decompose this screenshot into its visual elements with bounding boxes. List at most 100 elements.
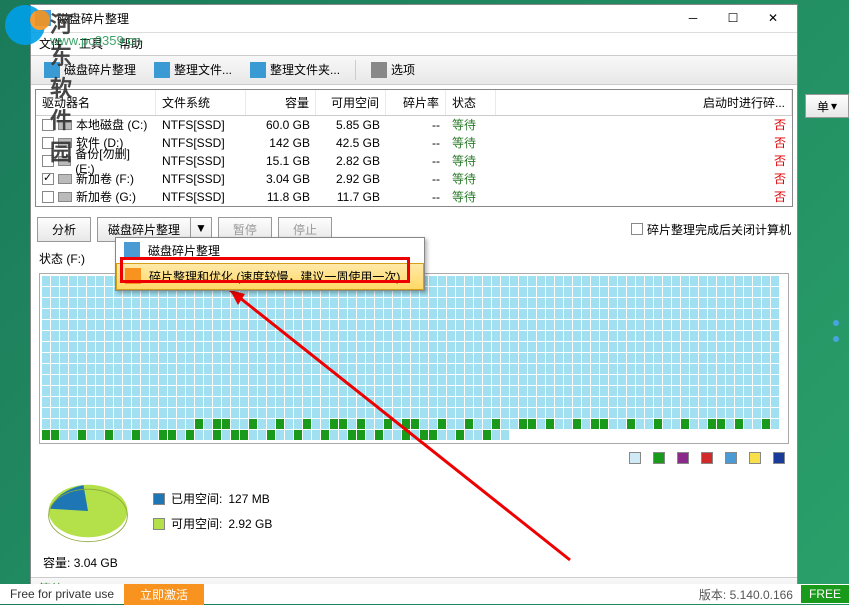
toolbar-arrange-files-button[interactable]: 整理文件...: [147, 58, 239, 81]
menubar: 文件 工具 帮助: [31, 33, 797, 55]
defrag-icon: [124, 242, 140, 258]
col-fs[interactable]: 文件系统: [156, 90, 246, 115]
col-frag[interactable]: 碎片率: [386, 90, 446, 115]
free-label: 可用空间:: [171, 515, 222, 532]
dropdown-item-defrag[interactable]: 磁盘碎片整理: [116, 238, 424, 263]
files-icon: [154, 62, 170, 78]
gear-icon: [371, 62, 387, 78]
cell-fs: NTFS[SSD]: [156, 153, 246, 169]
col-cap[interactable]: 容量: [246, 90, 316, 115]
cell-frag: --: [386, 153, 446, 169]
drive-name: 新加卷 (F:): [76, 170, 134, 187]
side-tab-label: 单: [817, 98, 829, 115]
menu-tools[interactable]: 工具: [79, 35, 103, 52]
defrag-icon: [44, 62, 60, 78]
toolbar-defrag-button[interactable]: 磁盘碎片整理: [37, 58, 143, 81]
row-checkbox[interactable]: [42, 155, 54, 167]
col-start[interactable]: 启动时进行碎...: [496, 90, 792, 115]
capacity-label: 容量:: [43, 556, 70, 570]
cell-start: 否: [496, 115, 792, 134]
toolbar-files-label: 整理文件...: [174, 61, 232, 78]
legend-yellow: [749, 452, 761, 464]
cell-status: 等待: [446, 187, 496, 206]
cell-free: 5.85 GB: [316, 117, 386, 133]
used-color-icon: [153, 493, 165, 505]
cell-status: 等待: [446, 133, 496, 152]
menu-file[interactable]: 文件: [39, 35, 63, 52]
minimize-button[interactable]: ─: [673, 5, 713, 31]
toolbar-defrag-label: 磁盘碎片整理: [64, 61, 136, 78]
table-row[interactable]: 新加卷 (G:) NTFS[SSD] 11.8 GB 11.7 GB -- 等待…: [36, 188, 792, 206]
col-free[interactable]: 可用空间: [316, 90, 386, 115]
toolbar-arrange-folders-button[interactable]: 整理文件夹...: [243, 58, 347, 81]
free-color-icon: [153, 518, 165, 530]
free-badge: FREE: [801, 585, 849, 603]
activate-button[interactable]: 立即激活: [124, 584, 204, 605]
menu-help[interactable]: 帮助: [119, 35, 143, 52]
analyze-button[interactable]: 分析: [37, 217, 91, 242]
toolbar-separator: [355, 60, 356, 80]
action-row: 分析 磁盘碎片整理 ▼ 暂停 停止 碎片整理完成后关闭计算机 磁盘碎片整理 碎片…: [31, 211, 797, 248]
cell-start: 否: [496, 187, 792, 206]
side-tab-button[interactable]: 单 ▾: [805, 94, 849, 118]
pie-chart: [43, 476, 133, 546]
toolbar-folders-label: 整理文件夹...: [270, 61, 340, 78]
cell-fs: NTFS[SSD]: [156, 117, 246, 133]
defrag-dropdown-menu: 磁盘碎片整理 碎片整理和优化 (速度较慢，建议一周使用一次): [115, 237, 425, 291]
version-label: 版本: 5.140.0.166: [691, 586, 801, 603]
used-label: 已用空间:: [171, 490, 222, 507]
used-value: 127 MB: [228, 492, 269, 506]
app-icon: [35, 10, 51, 26]
checkbox-icon[interactable]: [631, 223, 643, 235]
table-row[interactable]: 新加卷 (F:) NTFS[SSD] 3.04 GB 2.92 GB -- 等待…: [36, 170, 792, 188]
toolbar-options-button[interactable]: 选项: [364, 58, 422, 81]
drive-name: 本地磁盘 (C:): [76, 116, 147, 133]
window-title: 磁盘碎片整理: [57, 10, 673, 27]
cell-start: 否: [496, 133, 792, 152]
cell-cap: 11.8 GB: [246, 189, 316, 205]
cell-free: 42.5 GB: [316, 135, 386, 151]
bottom-strip: Free for private use 立即激活 版本: 5.140.0.16…: [0, 584, 849, 604]
close-button[interactable]: ✕: [753, 5, 793, 31]
legend-darkblue: [773, 452, 785, 464]
table-row[interactable]: 本地磁盘 (C:) NTFS[SSD] 60.0 GB 5.85 GB -- 等…: [36, 116, 792, 134]
legend-purple: [677, 452, 689, 464]
drives-grid: 驱动器名 文件系统 容量 可用空间 碎片率 状态 启动时进行碎... 本地磁盘 …: [35, 89, 793, 207]
side-indicator-dots: [833, 320, 839, 342]
private-use-label: Free for private use: [0, 587, 124, 601]
cell-frag: --: [386, 189, 446, 205]
table-row[interactable]: 备份[勿删] (E:) NTFS[SSD] 15.1 GB 2.82 GB --…: [36, 152, 792, 170]
row-checkbox[interactable]: [42, 137, 54, 149]
grid-header: 驱动器名 文件系统 容量 可用空间 碎片率 状态 启动时进行碎...: [36, 90, 792, 116]
row-checkbox[interactable]: [42, 173, 54, 185]
cell-status: 等待: [446, 151, 496, 170]
shutdown-label: 碎片整理完成后关闭计算机: [647, 221, 791, 238]
cluster-map: [39, 273, 789, 444]
shutdown-checkbox[interactable]: 碎片整理完成后关闭计算机: [631, 221, 791, 238]
cell-fs: NTFS[SSD]: [156, 135, 246, 151]
col-name[interactable]: 驱动器名: [36, 90, 156, 115]
cell-cap: 15.1 GB: [246, 153, 316, 169]
cell-frag: --: [386, 171, 446, 187]
optimize-icon: [125, 268, 141, 284]
row-checkbox[interactable]: [42, 191, 54, 203]
capacity-row: 容量: 3.04 GB: [31, 554, 797, 577]
titlebar: 磁盘碎片整理 ─ ☐ ✕: [31, 5, 797, 33]
row-checkbox[interactable]: [42, 119, 54, 131]
dropdown-item-optimize[interactable]: 碎片整理和优化 (速度较慢，建议一周使用一次): [116, 263, 424, 290]
col-status[interactable]: 状态: [446, 90, 496, 115]
cell-free: 11.7 GB: [316, 189, 386, 205]
cell-start: 否: [496, 151, 792, 170]
toolbar-options-label: 选项: [391, 61, 415, 78]
space-info: 已用空间: 127 MB 可用空间: 2.92 GB: [153, 490, 272, 532]
app-window: 磁盘碎片整理 ─ ☐ ✕ 文件 工具 帮助 磁盘碎片整理 整理文件... 整理文…: [30, 4, 798, 600]
bottom-section: 已用空间: 127 MB 可用空间: 2.92 GB: [31, 468, 797, 554]
cell-free: 2.92 GB: [316, 171, 386, 187]
legend-red: [701, 452, 713, 464]
cell-free: 2.82 GB: [316, 153, 386, 169]
drive-icon: [58, 156, 72, 166]
cell-fs: NTFS[SSD]: [156, 189, 246, 205]
cell-cap: 60.0 GB: [246, 117, 316, 133]
maximize-button[interactable]: ☐: [713, 5, 753, 31]
free-value: 2.92 GB: [228, 517, 272, 531]
